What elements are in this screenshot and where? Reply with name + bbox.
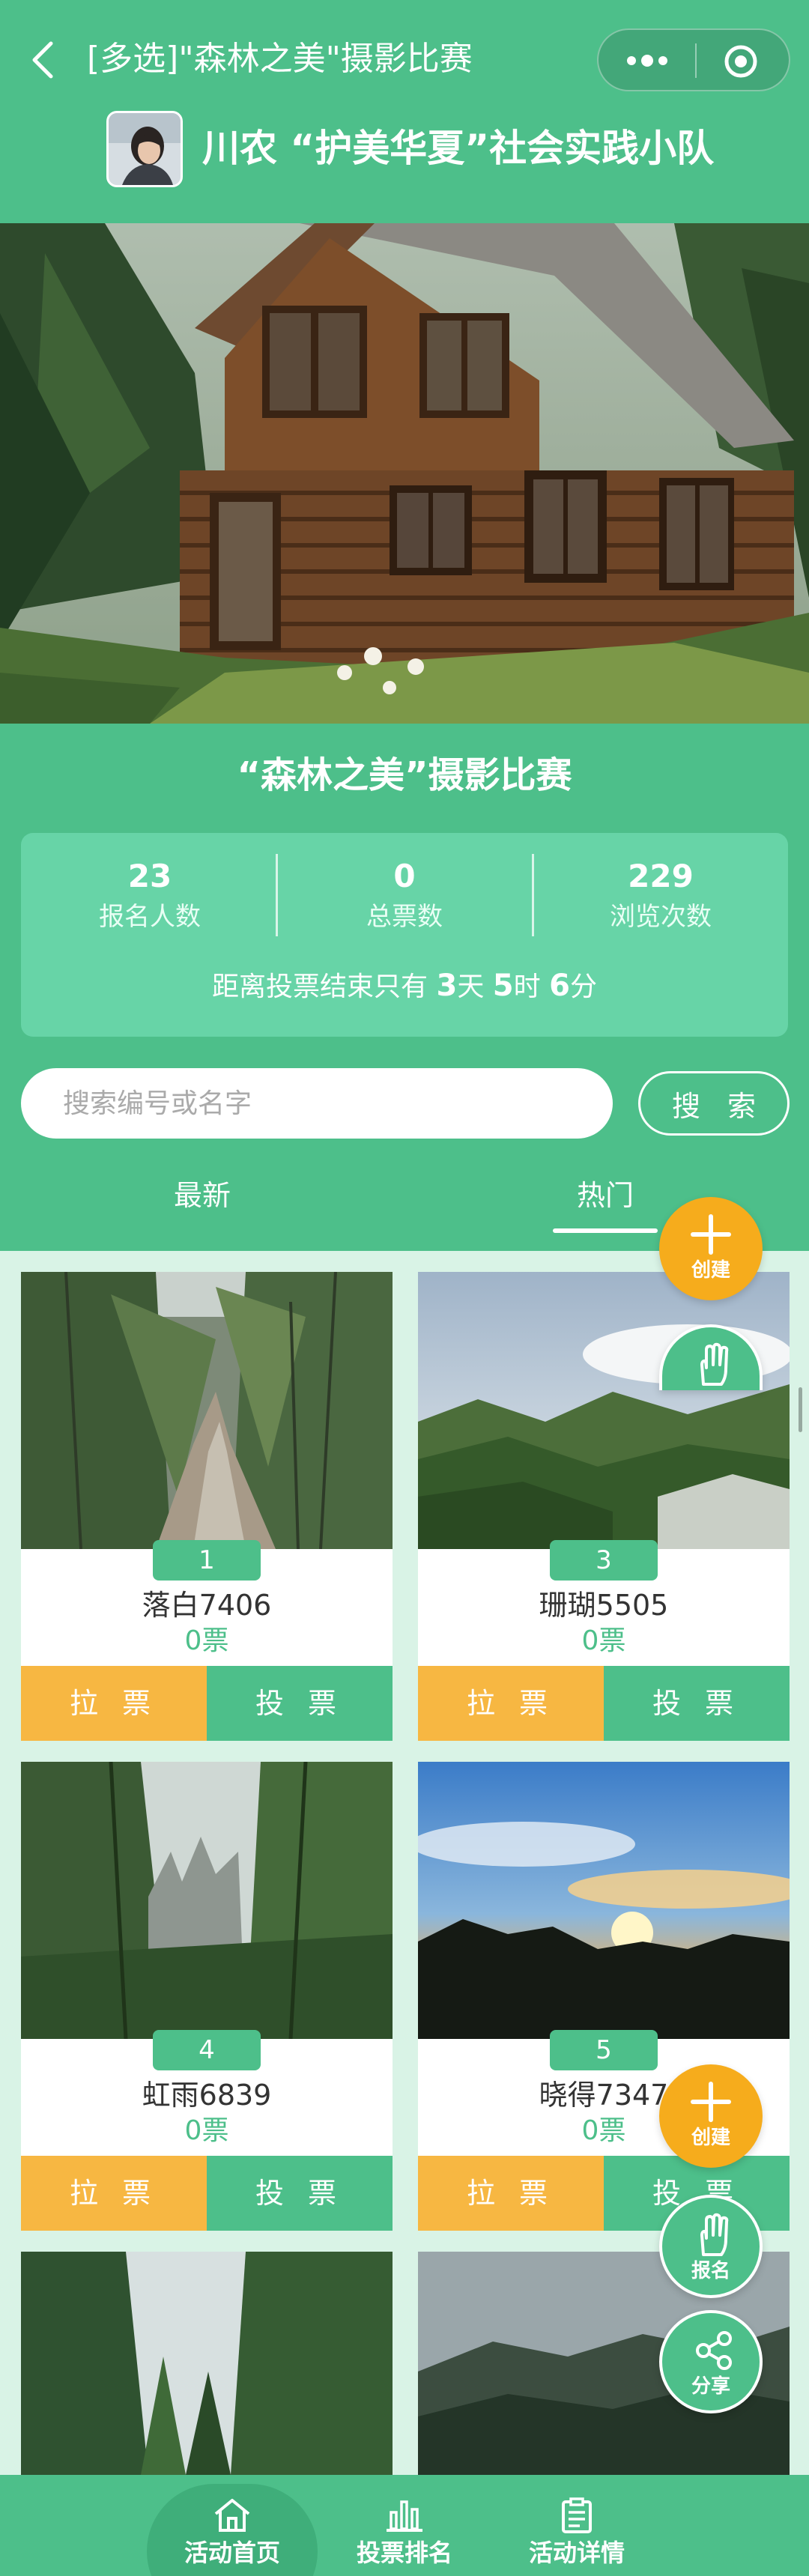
plus-icon — [691, 2082, 731, 2122]
stat-value: 23 — [127, 858, 172, 894]
tab-latest[interactable]: 最新 — [127, 1172, 277, 1219]
raised-hand-icon — [700, 2213, 729, 2256]
entry-card[interactable]: 1 落白7406 0票 拉 票 投 票 — [21, 1272, 393, 1741]
create-fab-lower[interactable]: 创建 — [659, 2064, 763, 2168]
create-fab[interactable]: 创建 — [659, 1197, 763, 1300]
signup-fab[interactable]: 报名 — [659, 2195, 763, 2298]
tab-popular[interactable]: 热门 — [530, 1172, 680, 1219]
search-button[interactable]: 搜 索 — [638, 1071, 790, 1136]
countdown-minutes: 6 — [549, 969, 570, 1003]
organizer-avatar[interactable] — [106, 111, 183, 187]
create-label: 创建 — [691, 1259, 730, 1282]
bar-chart-icon — [387, 2500, 422, 2532]
scrollbar[interactable] — [799, 1387, 802, 1432]
close-mini-program-icon[interactable] — [723, 43, 759, 79]
countdown-hour-unit: 时 — [513, 972, 541, 1002]
create-label: 创建 — [691, 2127, 730, 2149]
stat-total-votes: 0 总票数 — [277, 855, 532, 936]
share-icon — [696, 2331, 732, 2370]
countdown-hours: 5 — [492, 969, 514, 1003]
back-arrow-icon[interactable] — [25, 36, 63, 84]
entry-photo[interactable] — [21, 2252, 393, 2475]
home-icon — [214, 2499, 250, 2532]
entry-photo[interactable] — [21, 1762, 393, 2040]
page-title: [多选]"森林之美"摄影比赛 — [87, 40, 473, 78]
capsule-divider — [695, 43, 697, 78]
entry-photo[interactable] — [418, 1272, 790, 1549]
clipboard-icon — [562, 2497, 592, 2533]
nav-item-ranking[interactable]: 投票排名 — [319, 2484, 490, 2576]
stat-label: 总票数 — [366, 902, 443, 932]
mini-program-capsule — [597, 28, 790, 91]
stat-value: 0 — [393, 858, 416, 894]
stat-value: 229 — [628, 858, 694, 894]
vote-button[interactable]: 投 票 — [604, 1666, 790, 1741]
plus-icon — [691, 1214, 731, 1255]
canvass-button[interactable]: 拉 票 — [21, 1666, 207, 1741]
countdown-day-unit: 天 — [457, 972, 485, 1002]
stats-panel: 23 报名人数 0 总票数 229 浏览次数 距离投票结束只有 3天 5时 6分 — [21, 833, 788, 1037]
entry-vote-count: 0票 — [184, 1625, 229, 1656]
countdown-days: 3 — [436, 969, 458, 1003]
signup-label: 报名 — [691, 2260, 730, 2282]
entry-name: 虹雨6839 — [142, 2079, 272, 2112]
nav-item-home[interactable]: 活动首页 — [147, 2484, 318, 2576]
canvass-button[interactable]: 拉 票 — [21, 2156, 207, 2231]
nav-label: 投票排名 — [356, 2539, 452, 2567]
countdown-minute-unit: 分 — [569, 972, 597, 1002]
entry-vote-count: 0票 — [184, 2115, 229, 2146]
countdown-prefix: 距离投票结束只有 — [212, 972, 428, 1002]
entry-name: 珊瑚5505 — [539, 1589, 669, 1622]
canvass-button[interactable]: 拉 票 — [418, 1666, 604, 1741]
entry-card[interactable]: 4 虹雨6839 0票 拉 票 投 票 — [21, 1762, 393, 2231]
event-title: “森林之美”摄影比赛 — [237, 754, 572, 796]
share-label: 分享 — [691, 2375, 730, 2398]
more-options-icon[interactable] — [619, 52, 675, 69]
entry-number-badge: 5 — [550, 2030, 658, 2070]
search-input[interactable] — [21, 1068, 613, 1139]
entry-vote-count: 0票 — [581, 1625, 626, 1656]
stat-label: 报名人数 — [99, 902, 201, 932]
raised-hand-icon — [700, 1342, 729, 1386]
entry-number-badge: 4 — [153, 2030, 261, 2070]
entry-number-badge: 1 — [153, 1540, 261, 1581]
entry-photo[interactable] — [21, 1272, 393, 1550]
canvass-button[interactable]: 拉 票 — [418, 2156, 604, 2231]
entry-card[interactable] — [21, 2252, 393, 2475]
share-fab[interactable]: 分享 — [659, 2310, 763, 2413]
stat-views: 229 浏览次数 — [533, 855, 788, 936]
stat-signups: 23 报名人数 — [22, 855, 277, 936]
entry-name: 落白7406 — [142, 1589, 272, 1622]
vote-countdown: 距离投票结束只有 3天 5时 6分 — [21, 965, 788, 1008]
nav-label: 活动详情 — [528, 2539, 625, 2567]
stat-label: 浏览次数 — [610, 902, 712, 932]
organizer-name: 川农 “护美华夏”社会实践小队 — [202, 127, 715, 170]
active-tab-indicator — [553, 1228, 658, 1233]
event-banner-image — [0, 223, 809, 724]
nav-label: 活动首页 — [184, 2539, 280, 2567]
vote-button[interactable]: 投 票 — [207, 1666, 393, 1741]
entry-number-badge: 3 — [550, 1540, 658, 1581]
vote-button[interactable]: 投 票 — [207, 2156, 393, 2231]
nav-item-details[interactable]: 活动详情 — [491, 2484, 662, 2576]
entry-photo[interactable] — [418, 1762, 790, 2039]
